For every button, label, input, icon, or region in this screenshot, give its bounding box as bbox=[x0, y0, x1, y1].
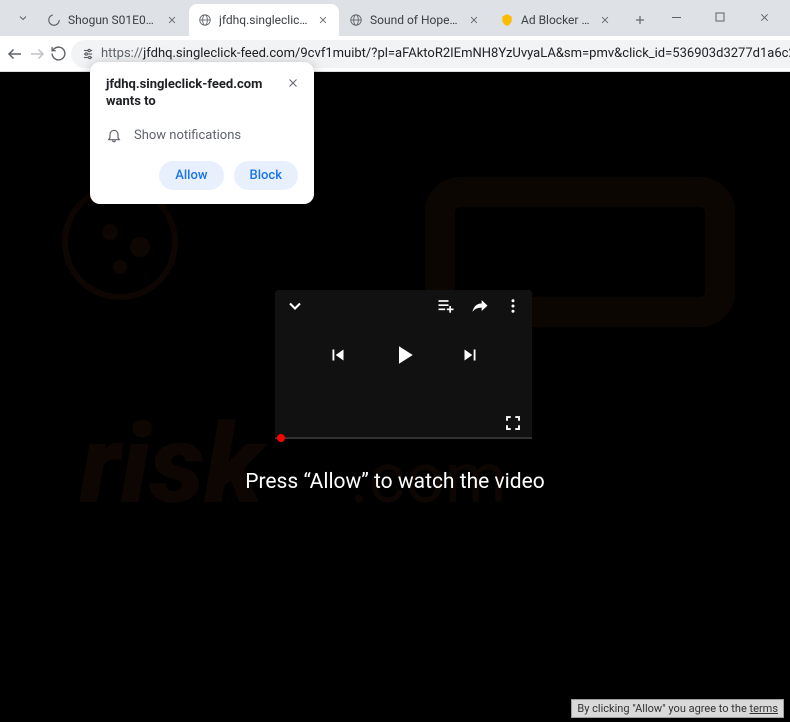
forward-button[interactable] bbox=[28, 40, 46, 68]
window-close-button[interactable] bbox=[742, 2, 786, 32]
url-text: https://jfdhq.singleclick-feed.com/9cvf1… bbox=[101, 46, 790, 61]
tab-strip: Shogun S01E01.mp4 jfdhq.singleclick-feed… bbox=[38, 2, 654, 36]
notification-permission-prompt: jfdhq.singleclick-feed.com wants to Show… bbox=[90, 62, 314, 204]
chevron-down-icon[interactable] bbox=[285, 296, 305, 316]
playlist-add-icon[interactable] bbox=[436, 296, 456, 316]
close-icon[interactable] bbox=[284, 74, 302, 92]
tab-title: Ad Blocker Elite bbox=[521, 13, 591, 27]
site-settings-icon[interactable] bbox=[81, 47, 95, 61]
globe-icon bbox=[348, 12, 364, 28]
more-vert-icon[interactable] bbox=[504, 297, 522, 315]
minimize-button[interactable] bbox=[654, 2, 698, 32]
skip-next-icon[interactable] bbox=[459, 344, 481, 366]
tab-shogun[interactable]: Shogun S01E01.mp4 bbox=[38, 4, 188, 36]
disclaimer-text: By clicking "Allow" you agree to the bbox=[577, 702, 749, 715]
share-arrow-icon[interactable] bbox=[470, 296, 490, 316]
permission-label: Show notifications bbox=[134, 128, 241, 143]
close-icon[interactable] bbox=[315, 12, 331, 28]
tab-search-dropdown[interactable] bbox=[8, 2, 38, 34]
shield-icon bbox=[499, 12, 515, 28]
loading-icon bbox=[46, 12, 62, 28]
globe-icon bbox=[197, 12, 213, 28]
tab-sound-of-hope[interactable]: Sound of Hope: The Story bbox=[340, 4, 490, 36]
svg-text:risk: risk bbox=[79, 400, 269, 529]
tab-title: Shogun S01E01.mp4 bbox=[68, 13, 158, 27]
close-icon[interactable] bbox=[466, 12, 482, 28]
progress-bar[interactable] bbox=[275, 437, 532, 439]
tab-ad-blocker[interactable]: Ad Blocker Elite bbox=[491, 4, 621, 36]
bell-icon bbox=[106, 127, 122, 143]
progress-thumb[interactable] bbox=[277, 434, 285, 442]
window-controls bbox=[654, 2, 786, 32]
play-icon[interactable] bbox=[389, 340, 419, 370]
tab-title: jfdhq.singleclick-feed.com/ bbox=[219, 13, 309, 27]
notification-origin: jfdhq.singleclick-feed.com bbox=[106, 76, 298, 94]
notification-wants-to: wants to bbox=[106, 94, 298, 109]
tab-title: Sound of Hope: The Story bbox=[370, 13, 460, 27]
skip-previous-icon[interactable] bbox=[327, 344, 349, 366]
block-button[interactable]: Block bbox=[234, 161, 298, 190]
close-icon[interactable] bbox=[597, 12, 613, 28]
new-tab-button[interactable] bbox=[626, 6, 654, 34]
press-allow-text: Press “Allow” to watch the video bbox=[0, 470, 790, 494]
browser-titlebar: Shogun S01E01.mp4 jfdhq.singleclick-feed… bbox=[0, 0, 790, 36]
fake-video-player bbox=[275, 290, 532, 438]
terms-link[interactable]: terms bbox=[750, 702, 778, 715]
close-icon[interactable] bbox=[164, 12, 180, 28]
reload-button[interactable] bbox=[50, 40, 67, 68]
maximize-button[interactable] bbox=[698, 2, 742, 32]
back-button[interactable] bbox=[6, 40, 24, 68]
tab-singleclick-feed[interactable]: jfdhq.singleclick-feed.com/ bbox=[189, 4, 339, 36]
terms-disclaimer: By clicking "Allow" you agree to the ter… bbox=[571, 699, 784, 718]
allow-button[interactable]: Allow bbox=[159, 161, 223, 190]
fullscreen-icon[interactable] bbox=[504, 414, 522, 432]
